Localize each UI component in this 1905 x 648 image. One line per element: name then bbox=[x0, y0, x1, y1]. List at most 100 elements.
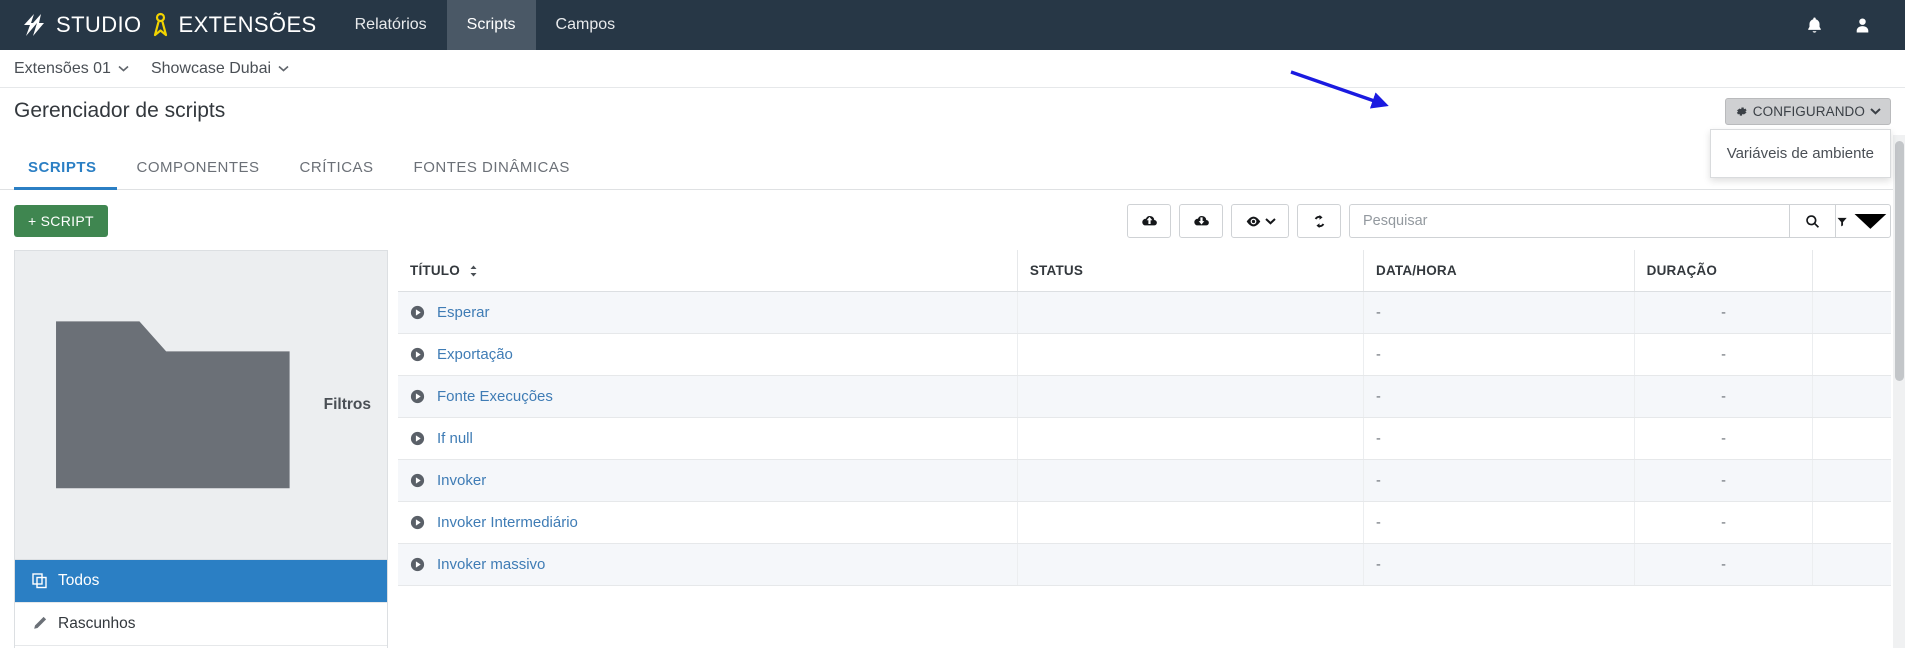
content-area: Filtros Todos Rascunhos Favoritos bbox=[0, 250, 1905, 648]
scripts-table: TÍTULO STATUS DATA/HORA DURAÇÃO Esperar … bbox=[398, 250, 1891, 586]
new-script-button[interactable]: + SCRIPT bbox=[14, 205, 108, 237]
studio-logo-icon bbox=[24, 14, 44, 36]
table-row[interactable]: Fonte Execuções - - bbox=[398, 375, 1891, 418]
user-icon bbox=[1856, 17, 1868, 33]
cell-titulo: If null bbox=[398, 417, 1018, 460]
page-title: Gerenciador de scripts bbox=[14, 99, 226, 122]
chevron-down-icon bbox=[278, 65, 289, 72]
cloud-upload-icon bbox=[1141, 215, 1157, 225]
tab-componentes[interactable]: COMPONENTES bbox=[117, 159, 280, 190]
notifications-button[interactable] bbox=[1797, 8, 1831, 42]
tab-scripts[interactable]: SCRIPTS bbox=[14, 159, 117, 190]
chevron-down-icon bbox=[1870, 108, 1881, 115]
chevron-down-icon bbox=[1264, 218, 1276, 225]
chevron-down-icon bbox=[118, 65, 129, 72]
toolbar-actions bbox=[1119, 204, 1891, 238]
tab-criticas[interactable]: CRÍTICAS bbox=[280, 159, 394, 190]
ribbon-icon bbox=[153, 12, 167, 37]
table-header-row: TÍTULO STATUS DATA/HORA DURAÇÃO bbox=[398, 250, 1891, 292]
page-scrollbar[interactable] bbox=[1893, 135, 1905, 648]
cell-actions bbox=[1812, 333, 1891, 376]
cell-duracao: - bbox=[1634, 375, 1814, 418]
cell-duracao: - bbox=[1634, 333, 1814, 376]
column-label: STATUS bbox=[1029, 263, 1084, 278]
nav-item-relatorios[interactable]: Relatórios bbox=[335, 0, 447, 50]
script-title-link[interactable]: Invoker Intermediário bbox=[437, 514, 578, 531]
search-input[interactable] bbox=[1349, 204, 1789, 238]
nav-item-scripts[interactable]: Scripts bbox=[446, 0, 536, 50]
cell-status bbox=[1017, 543, 1365, 586]
refresh-button[interactable] bbox=[1297, 204, 1341, 238]
cloud-download-button[interactable] bbox=[1179, 204, 1223, 238]
table-row[interactable]: Invoker Intermediário - - bbox=[398, 501, 1891, 544]
cell-actions bbox=[1812, 459, 1891, 502]
user-account-button[interactable] bbox=[1845, 8, 1879, 42]
page-title-bar: Gerenciador de scripts CONFIGURANDO Vari… bbox=[0, 88, 1905, 178]
brand[interactable]: STUDIO EXTENSÕES bbox=[0, 0, 335, 50]
script-title-link[interactable]: Fonte Execuções bbox=[437, 388, 553, 405]
cell-actions bbox=[1812, 543, 1891, 586]
table-row[interactable]: If null - - bbox=[398, 417, 1891, 460]
column-header-duracao[interactable]: DURAÇÃO bbox=[1634, 250, 1814, 292]
play-icon[interactable] bbox=[410, 515, 425, 530]
script-title-link[interactable]: If null bbox=[437, 430, 473, 447]
cell-status bbox=[1017, 333, 1365, 376]
pencil-icon bbox=[34, 617, 47, 629]
cell-status bbox=[1017, 459, 1365, 502]
cloud-upload-button[interactable] bbox=[1127, 204, 1171, 238]
script-title-link[interactable]: Invoker massivo bbox=[437, 556, 545, 573]
table-row[interactable]: Exportação - - bbox=[398, 333, 1891, 376]
cell-datahora: - bbox=[1363, 375, 1635, 418]
scrollbar-thumb[interactable] bbox=[1895, 141, 1904, 381]
search-button[interactable] bbox=[1789, 204, 1835, 238]
cell-status bbox=[1017, 375, 1365, 418]
column-header-titulo[interactable]: TÍTULO bbox=[398, 250, 1018, 292]
copy-icon bbox=[32, 573, 47, 589]
table-row[interactable]: Esperar - - bbox=[398, 291, 1891, 334]
breadcrumb-item-extensoes[interactable]: Extensões 01 bbox=[14, 60, 129, 78]
play-icon[interactable] bbox=[410, 389, 425, 404]
nav-item-label: Relatórios bbox=[354, 16, 427, 33]
cell-datahora: - bbox=[1363, 291, 1635, 334]
filter-button[interactable] bbox=[1835, 204, 1891, 238]
play-icon[interactable] bbox=[410, 431, 425, 446]
nav-items: Relatórios Scripts Campos bbox=[335, 0, 636, 50]
play-icon[interactable] bbox=[410, 347, 425, 362]
tab-label: COMPONENTES bbox=[136, 159, 260, 176]
table-row[interactable]: Invoker massivo - - bbox=[398, 543, 1891, 586]
menu-item-variaveis-de-ambiente[interactable]: Variáveis de ambiente bbox=[1711, 136, 1890, 171]
tab-fontes-dinamicas[interactable]: FONTES DINÂMICAS bbox=[394, 159, 590, 190]
search-icon bbox=[1806, 214, 1820, 228]
column-header-datahora[interactable]: DATA/HORA bbox=[1363, 250, 1635, 292]
config-dropdown-menu: Variáveis de ambiente bbox=[1709, 128, 1891, 178]
sidebar-item-todos[interactable]: Todos bbox=[15, 559, 387, 603]
play-icon[interactable] bbox=[410, 473, 425, 488]
configurando-label: CONFIGURANDO bbox=[1752, 103, 1865, 119]
folder-icon bbox=[56, 321, 290, 489]
top-navigation-bar: STUDIO EXTENSÕES Relatórios Scripts Camp… bbox=[0, 0, 1905, 50]
nav-item-campos[interactable]: Campos bbox=[536, 0, 636, 50]
column-header-status[interactable]: STATUS bbox=[1017, 250, 1365, 292]
brand-suffix: EXTENSÕES bbox=[178, 12, 317, 37]
nav-item-label: Scripts bbox=[466, 16, 516, 33]
script-title-link[interactable]: Exportação bbox=[437, 346, 513, 363]
menu-item-label: Variáveis de ambiente bbox=[1726, 144, 1874, 162]
play-icon[interactable] bbox=[410, 305, 425, 320]
breadcrumb-item-showcase[interactable]: Showcase Dubai bbox=[151, 60, 289, 78]
breadcrumb-label: Extensões 01 bbox=[14, 59, 111, 77]
script-title-link[interactable]: Esperar bbox=[437, 304, 490, 321]
cloud-download-icon bbox=[1193, 215, 1209, 225]
toolbar: + SCRIPT bbox=[0, 190, 1905, 250]
cell-actions bbox=[1812, 501, 1891, 544]
script-title-link[interactable]: Invoker bbox=[437, 472, 486, 489]
column-label: DATA/HORA bbox=[1376, 263, 1457, 278]
configurando-button[interactable]: CONFIGURANDO bbox=[1724, 97, 1891, 125]
table-row[interactable]: Invoker - - bbox=[398, 459, 1891, 502]
visibility-button[interactable] bbox=[1231, 204, 1289, 238]
cell-actions bbox=[1812, 291, 1891, 334]
eye-icon bbox=[1246, 216, 1260, 226]
table-body: Esperar - - Exportação - - Fonte Execuçõ… bbox=[398, 291, 1891, 586]
sidebar-item-rascunhos[interactable]: Rascunhos bbox=[15, 603, 387, 646]
play-icon[interactable] bbox=[410, 557, 425, 572]
bell-icon bbox=[1807, 17, 1821, 33]
